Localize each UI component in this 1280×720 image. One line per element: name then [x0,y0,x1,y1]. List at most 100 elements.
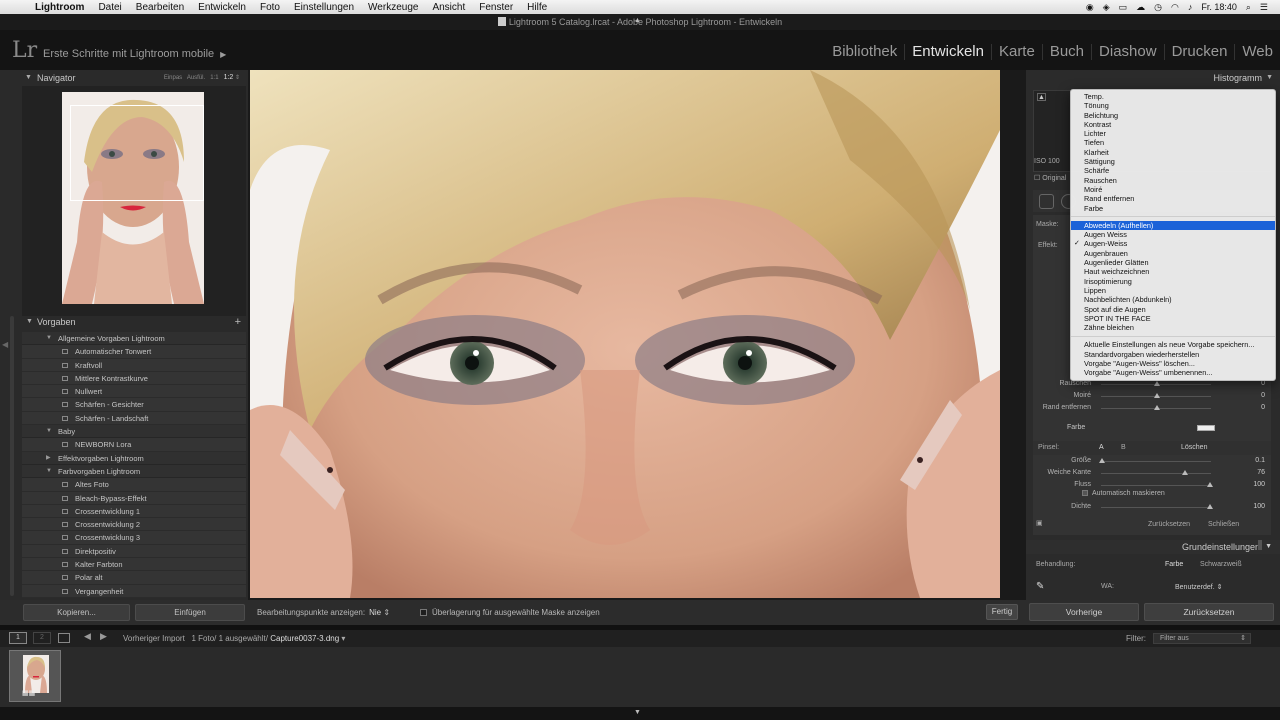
slider-knob[interactable] [1154,405,1160,410]
menu-bearbeiten[interactable]: Bearbeiten [129,2,191,13]
wb-select[interactable]: Benutzerdef. ⇕ [1175,583,1223,591]
dropdown-effect-item[interactable]: Tiefen [1071,138,1275,147]
dropdown-preset-item[interactable]: Haut weichzeichnen [1071,267,1275,276]
mask-reset-button[interactable]: Zurücksetzen [1148,521,1190,528]
reset-button[interactable]: Zurücksetzen [1144,603,1274,621]
dropdown-action-item[interactable]: Aktuelle Einstellungen als neue Vorgabe … [1071,340,1275,349]
dropdown-preset-item[interactable]: ✓ Augen-Weiss [1071,239,1275,248]
dropdown-preset-item[interactable]: Augenbrauen [1071,249,1275,258]
module-entwickeln[interactable]: Entwickeln [904,44,991,60]
preset-item[interactable]: Bleach-Bypass-Effekt [22,491,246,505]
module-buch[interactable]: Buch [1041,44,1091,60]
zoom-1-1[interactable]: 1:1 [210,75,218,81]
navigator-view-rectangle[interactable] [70,105,204,201]
zoom-fit[interactable]: Einpas [164,75,182,81]
filmstrip-source[interactable]: Vorheriger Import 1 Foto/ 1 ausgewählt/ … [123,634,345,643]
menu-app-name[interactable]: Lightroom [28,2,91,13]
dropdown-effect-item[interactable]: Temp. [1071,92,1275,101]
identity-plate[interactable]: Erste Schritte mit Lightroom mobile ▶ [43,48,226,60]
slider-track[interactable] [1101,485,1211,486]
preset-item[interactable]: Polar alt [22,571,246,585]
menu-fenster[interactable]: Fenster [472,2,520,13]
dropdown-preset-item[interactable]: Nachbelichten (Abdunkeln) [1071,295,1275,304]
module-web[interactable]: Web [1234,44,1280,60]
panel-switch-icon[interactable]: ▣ [1036,519,1043,527]
record-icon[interactable]: ◉ [1086,2,1094,13]
volume-icon[interactable]: ♪ [1188,2,1193,12]
dropdown-preset-item[interactable]: Irisoptimierung [1071,277,1275,286]
brush-b-tab[interactable]: B [1121,444,1126,451]
time-machine-icon[interactable]: ◷ [1154,2,1162,13]
dropdown-effect-item[interactable]: Kontrast [1071,120,1275,129]
slider-value[interactable]: 0 [1261,392,1265,399]
folder-open-triangle-icon[interactable]: ▼ [46,465,52,478]
menu-entwickeln[interactable]: Entwickeln [191,2,253,13]
module-bibliothek[interactable]: Bibliothek [825,44,904,60]
preset-folder[interactable]: ▼ Allgemeine Vorgaben Lightroom [22,332,246,346]
dropdown-preset-item[interactable]: Spot auf die Augen [1071,305,1275,314]
presets-header[interactable]: ▼ Vorgaben + [22,314,246,330]
color-swatch[interactable] [1197,425,1215,431]
overlay-toggle[interactable]: Überlagerung für ausgewählte Maske anzei… [420,608,600,617]
folder-open-triangle-icon[interactable]: ▼ [46,425,52,438]
left-scrollbar[interactable] [10,316,14,596]
auto-mask-checkbox[interactable] [1082,490,1088,496]
slider-value[interactable]: 0 [1261,380,1265,387]
treatment-bw-option[interactable]: Schwarzweiß [1200,561,1242,568]
search-icon[interactable]: ⌕ [1246,2,1251,13]
display-icon[interactable]: ▭ [1119,2,1128,13]
done-button[interactable]: Fertig [986,604,1018,620]
zoom-fill[interactable]: Ausfül. [187,75,205,81]
folder-closed-triangle-icon[interactable]: ▶ [46,452,51,465]
dropdown-effect-item[interactable]: Rauschen [1071,176,1275,185]
filmstrip-thumbnail-cell[interactable]: ▦▦ [9,650,61,702]
preset-item[interactable]: Altes Foto [22,478,246,492]
dropdown-effect-item[interactable]: Moiré [1071,185,1275,194]
menu-foto[interactable]: Foto [253,2,287,13]
dropdown-action-item[interactable]: Standardvorgaben wiederherstellen [1071,350,1275,359]
previous-button[interactable]: Vorherige [1029,603,1139,621]
image-canvas[interactable] [248,70,1026,600]
navigator-header[interactable]: ▼ Navigator Einpas Ausfül. 1:1 1:2 ⇕ [0,70,248,86]
slider-value[interactable]: 100 [1253,503,1265,510]
preset-item[interactable]: Kalter Farbton [22,558,246,572]
preset-item[interactable]: Crossentwicklung 2 [22,518,246,532]
grid-view-icon[interactable] [58,633,70,643]
preset-item[interactable]: Vergangenheit [22,584,246,598]
slider-knob[interactable] [1154,393,1160,398]
crop-tool-icon[interactable] [1039,194,1054,209]
slider-track[interactable] [1101,473,1211,474]
dropdown-effect-item[interactable]: Sättigung [1071,157,1275,166]
preset-item[interactable]: Automatischer Tonwert [22,345,246,359]
preset-item[interactable]: Crossentwicklung 3 [22,531,246,545]
slider-value[interactable]: 0 [1261,404,1265,411]
slider-value[interactable]: 76 [1257,469,1265,476]
slider-feather[interactable]: Weiche Kante 76 [1033,468,1271,479]
slider-track[interactable] [1101,461,1211,462]
preset-item[interactable]: Direktpositiv [22,544,246,559]
dropdown-preset-item[interactable]: SPOT IN THE FACE [1071,314,1275,323]
auto-mask-toggle[interactable]: Automatisch maskieren [1082,490,1165,497]
filter-select[interactable]: Filter aus ⇕ [1153,633,1251,644]
preset-item[interactable]: Schärfen - Gesichter [22,398,246,412]
preset-folder[interactable]: ▼ Farbvorgaben Lightroom [22,464,246,479]
slider-defringe[interactable]: Rand entfernen 0 [1033,403,1271,414]
preset-item[interactable]: NEWBORN Lora [22,438,246,452]
left-panel-toggle-icon[interactable]: ◀ [2,340,8,349]
filmstrip-thumbnail[interactable] [23,655,49,693]
wifi-icon[interactable]: ◠ [1171,2,1179,13]
dropdown-action-item[interactable]: Vorgabe "Augen-Weiss" umbenennen... [1071,368,1275,377]
window-2-button[interactable]: 2 [33,632,51,644]
dropdown-effect-item[interactable]: Tönung [1071,101,1275,110]
window-1-button[interactable]: 1 [9,632,27,644]
preset-item[interactable]: Nullwert [22,385,246,399]
slider-knob[interactable] [1099,458,1105,463]
dropdown-effect-item[interactable]: Schärfe [1071,166,1275,175]
dropdown-preset-item[interactable]: Augenlieder Glätten [1071,258,1275,267]
module-diashow[interactable]: Diashow [1091,44,1164,60]
menu-einstellungen[interactable]: Einstellungen [287,2,361,13]
zoom-1-2[interactable]: 1:2 [224,74,234,81]
basic-panel-header[interactable]: Grundeinstellungen ▼ [1026,540,1280,554]
original-photo-toggle[interactable]: ☐ Original [1034,174,1066,182]
menu-hilfe[interactable]: Hilfe [520,2,554,13]
